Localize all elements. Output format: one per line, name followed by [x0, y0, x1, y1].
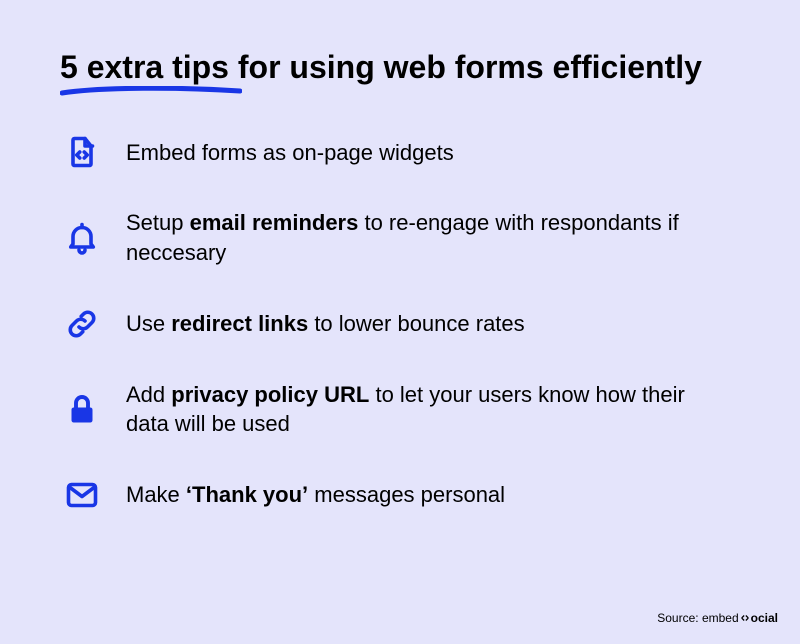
envelope-icon	[60, 473, 104, 517]
brand-part-b: ocial	[751, 611, 778, 625]
bell-icon	[60, 216, 104, 260]
tip-2-text: Setup email reminders to re-engage with …	[126, 208, 686, 267]
page-title-text: 5 extra tips for using web forms efficie…	[60, 49, 702, 85]
tip-4: Add privacy policy URL to let your users…	[60, 380, 740, 439]
tip-3-text: Use redirect links to lower bounce rates	[126, 309, 525, 339]
tip-2: Setup email reminders to re-engage with …	[60, 208, 740, 267]
tip-3: Use redirect links to lower bounce rates	[60, 302, 740, 346]
lock-icon	[60, 387, 104, 431]
tips-list: Embed forms as on-page widgets Setup emai…	[60, 130, 740, 517]
tip-5-text: Make ‘Thank you’ messages personal	[126, 480, 505, 510]
brand-glyph-icon	[740, 612, 750, 626]
page-title: 5 extra tips for using web forms efficie…	[60, 48, 702, 86]
link-icon	[60, 302, 104, 346]
tip-1-text: Embed forms as on-page widgets	[126, 138, 454, 168]
tip-1: Embed forms as on-page widgets	[60, 130, 740, 174]
brand-part-a: embed	[702, 611, 739, 625]
tip-4-text: Add privacy policy URL to let your users…	[126, 380, 686, 439]
source-prefix: Source:	[657, 611, 702, 625]
tip-5: Make ‘Thank you’ messages personal	[60, 473, 740, 517]
underline-accent	[60, 86, 242, 96]
source-credit: Source: embed ocial	[657, 611, 778, 626]
file-code-icon	[60, 130, 104, 174]
